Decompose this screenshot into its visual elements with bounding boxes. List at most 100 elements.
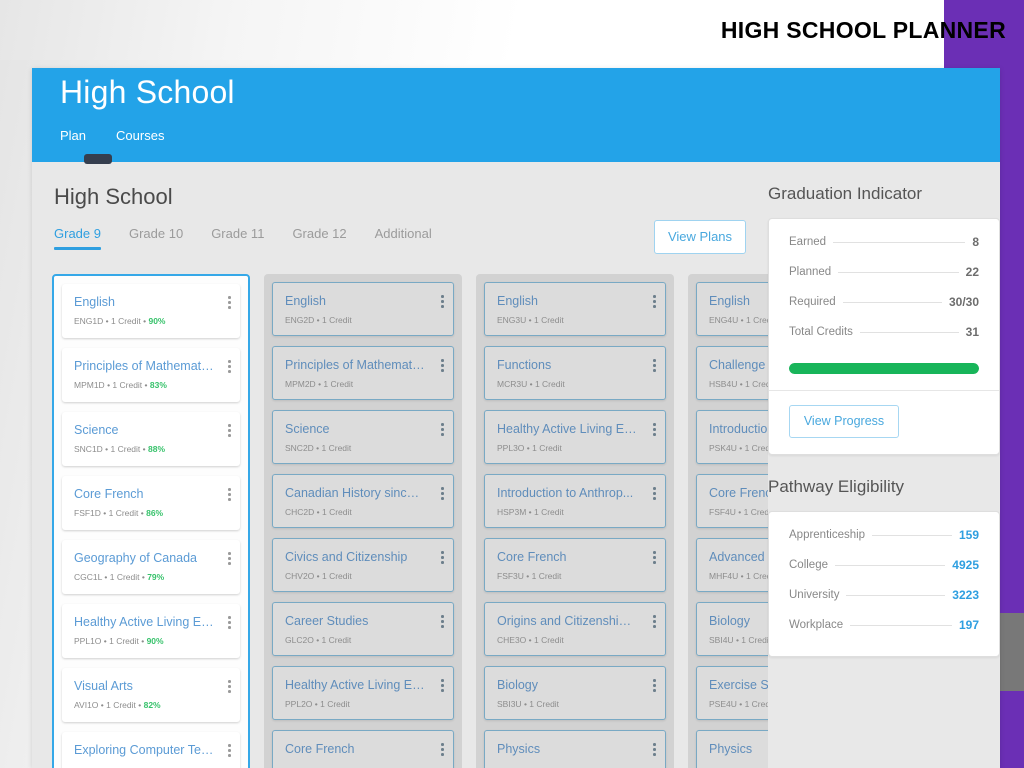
course-menu-icon[interactable] <box>228 680 231 695</box>
course-code: AVI1O <box>74 700 99 710</box>
pathway-value: 159 <box>958 528 979 542</box>
tab-additional[interactable]: Additional <box>375 226 432 250</box>
course-code: ENG1D <box>74 316 104 326</box>
slide-canvas: HIGH SCHOOL PLANNER High School Plan Cou… <box>0 0 1024 768</box>
graduation-indicator-heading: Graduation Indicator <box>768 184 923 203</box>
view-progress-button[interactable]: View Progress <box>789 405 899 438</box>
course-credit: 1 Credit <box>322 315 352 325</box>
course-card[interactable]: Geography of Canada CGC1L • 1 Credit • 79… <box>62 540 240 594</box>
course-code: FSF3U <box>497 571 524 581</box>
course-card[interactable]: Career Studies GLC2O • 1 Credit <box>272 602 454 656</box>
course-menu-icon[interactable] <box>653 615 656 630</box>
grade-column-1: English ENG1D • 1 Credit • 90% Principles … <box>52 274 250 768</box>
course-card[interactable]: Healthy Active Living Ed... PPL2O • 1 Cre… <box>272 666 454 720</box>
course-menu-icon[interactable] <box>228 488 231 503</box>
view-plans-button[interactable]: View Plans <box>654 220 746 254</box>
graduation-stat-label: Planned <box>789 266 832 278</box>
course-card[interactable]: Science SNC1D • 1 Credit • 88% <box>62 412 240 466</box>
course-menu-icon[interactable] <box>653 679 656 694</box>
app-nav: Plan Courses <box>60 128 164 147</box>
view-progress-wrapper: View Progress <box>769 391 999 454</box>
graduation-stat-list: Earned 8 Planned 22 Required 30/30 Total Credi… <box>769 219 999 359</box>
course-meta: ENG2D • 1 Credit <box>285 315 352 325</box>
course-menu-icon[interactable] <box>441 615 444 630</box>
course-menu-icon[interactable] <box>653 743 656 758</box>
tab-grade-9[interactable]: Grade 9 <box>54 226 101 250</box>
course-menu-icon[interactable] <box>653 359 656 374</box>
stat-leader-line <box>850 624 952 626</box>
course-card[interactable]: Core French FSF3U • 1 Credit <box>484 538 666 592</box>
course-meta: HSP3M • 1 Credit <box>497 507 564 517</box>
course-card[interactable]: English ENG2D • 1 Credit <box>272 282 454 336</box>
course-menu-icon[interactable] <box>441 679 444 694</box>
stat-leader-line <box>872 534 952 536</box>
course-menu-icon[interactable] <box>228 424 231 439</box>
course-name: Core French <box>497 550 567 564</box>
graduation-stat-value: 31 <box>965 325 979 339</box>
pathway-eligibility-card: Apprenticeship 159 College 4925 University 32… <box>768 511 1000 657</box>
course-menu-icon[interactable] <box>653 295 656 310</box>
tab-grade-11[interactable]: Grade 11 <box>211 226 264 250</box>
course-code: PPL3O <box>497 443 525 453</box>
course-meta: FSF3U • 1 Credit <box>497 571 562 581</box>
nav-item-courses[interactable]: Courses <box>116 128 164 147</box>
course-card[interactable]: Civics and Citizenship CHV2O • 1 Credit <box>272 538 454 592</box>
course-menu-icon[interactable] <box>441 423 444 438</box>
course-card[interactable]: Visual Arts AVI1O • 1 Credit • 82% <box>62 668 240 722</box>
course-menu-icon[interactable] <box>228 552 231 567</box>
course-card[interactable]: Introduction to Anthrop... HSP3M • 1 Cred… <box>484 474 666 528</box>
course-credit: 1 Credit <box>321 443 352 453</box>
course-menu-icon[interactable] <box>228 296 231 311</box>
course-card[interactable]: Core French <box>272 730 454 768</box>
course-code: MPM2D <box>285 379 316 389</box>
course-card[interactable]: Physics <box>484 730 666 768</box>
nav-item-plan[interactable]: Plan <box>60 128 86 147</box>
course-card[interactable]: Functions MCR3U • 1 Credit <box>484 346 666 400</box>
grade-column-3: English ENG3U • 1 Credit Functions MCR3U • … <box>476 274 674 768</box>
pathway-label: College <box>789 559 828 571</box>
pathway-row: College 4925 <box>789 558 979 572</box>
course-menu-icon[interactable] <box>441 359 444 374</box>
course-name: Science <box>285 422 330 436</box>
tab-grade-10[interactable]: Grade 10 <box>129 226 183 250</box>
course-menu-icon[interactable] <box>228 360 231 375</box>
course-card[interactable]: Core French FSF1D • 1 Credit • 86% <box>62 476 240 530</box>
course-menu-icon[interactable] <box>441 551 444 566</box>
pathway-label: Apprenticeship <box>789 529 866 541</box>
course-meta: CHV2O • 1 Credit <box>285 571 352 581</box>
course-card[interactable]: Principles of Mathematics MPM1D • 1 Credi… <box>62 348 240 402</box>
graduation-stat-row: Total Credits 31 <box>789 325 979 339</box>
course-code: SNC1D <box>74 444 103 454</box>
course-name: Civics and Citizenship <box>285 550 408 564</box>
course-credit: 1 Credit <box>109 572 140 582</box>
course-menu-icon[interactable] <box>653 423 656 438</box>
course-menu-icon[interactable] <box>653 551 656 566</box>
course-menu-icon[interactable] <box>441 743 444 758</box>
course-menu-icon[interactable] <box>441 295 444 310</box>
course-menu-icon[interactable] <box>653 487 656 502</box>
course-card[interactable]: English ENG1D • 1 Credit • 90% <box>62 284 240 338</box>
graduation-indicator-card: Earned 8 Planned 22 Required 30/30 Total Credi… <box>768 218 1000 455</box>
course-name: English <box>285 294 326 308</box>
course-card[interactable]: English ENG3U • 1 Credit <box>484 282 666 336</box>
course-menu-icon[interactable] <box>228 616 231 631</box>
course-card[interactable]: Science SNC2D • 1 Credit <box>272 410 454 464</box>
course-card[interactable]: Principles of Mathematics MPM2D • 1 Credi… <box>272 346 454 400</box>
course-card[interactable]: Healthy Active Living Ed... PPL3O • 1 Cre… <box>484 410 666 464</box>
page-title: High School <box>54 184 173 209</box>
course-card[interactable]: Exploring Computer Tec... <box>62 732 240 768</box>
course-name: Introduction to Anthrop... <box>497 486 634 500</box>
course-credit: 1 Credit <box>741 635 772 645</box>
course-code: FSF1D <box>74 508 101 518</box>
pathway-list: Apprenticeship 159 College 4925 University 32… <box>769 512 999 656</box>
course-card[interactable]: Healthy Active Living Ed... PPL1O • 1 Cre… <box>62 604 240 658</box>
tab-grade-12[interactable]: Grade 12 <box>292 226 346 250</box>
course-card[interactable]: Biology SBI3U • 1 Credit <box>484 666 666 720</box>
course-credit: 1 Credit <box>106 700 136 710</box>
graduation-stat-label: Earned <box>789 236 827 248</box>
course-card[interactable]: Origins and Citizenship: ... CHE3O • 1 Cr… <box>484 602 666 656</box>
pathway-value: 3223 <box>952 588 979 602</box>
course-menu-icon[interactable] <box>228 744 231 759</box>
course-card[interactable]: Canadian History since ... CHC2D • 1 Cred… <box>272 474 454 528</box>
course-menu-icon[interactable] <box>441 487 444 502</box>
